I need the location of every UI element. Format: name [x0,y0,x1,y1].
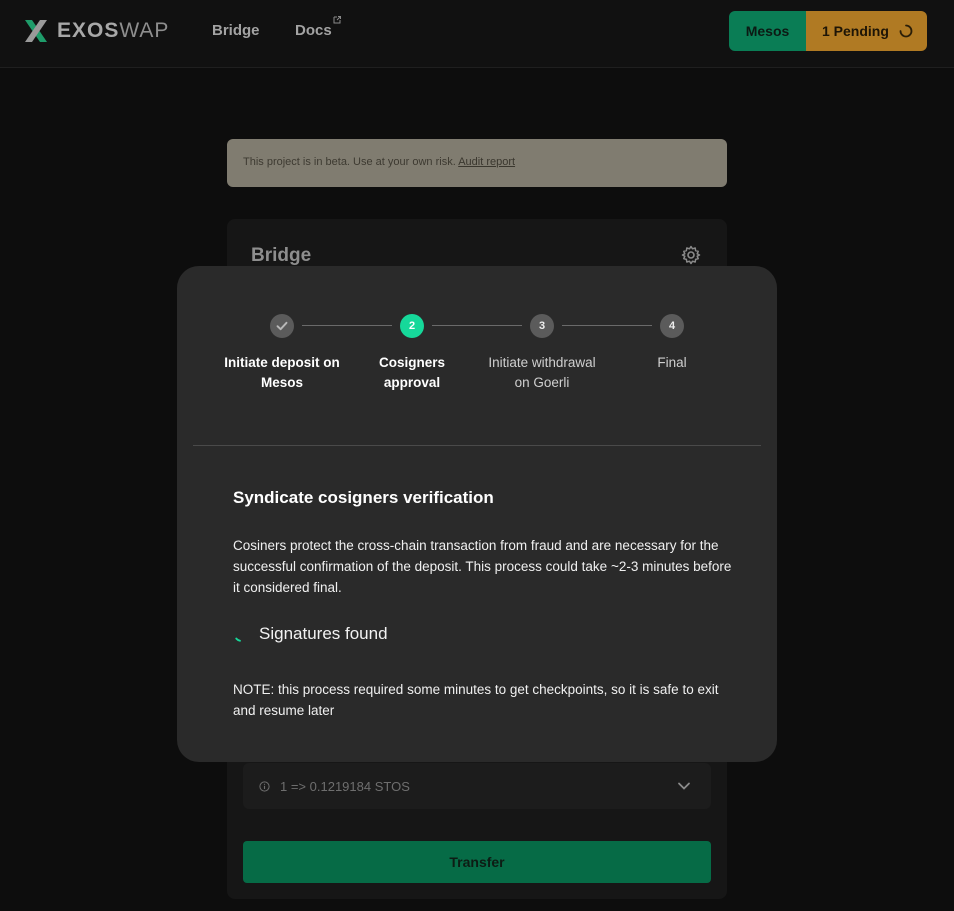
step-1-label: Initiate deposit on Mesos [224,355,340,390]
exchange-rate-row[interactable]: 1 => 0.1219184 STOS [243,763,711,809]
step-3-circle: 3 [530,314,554,338]
exoswap-logo[interactable]: EXOSWAP [24,19,169,43]
signatures-status: Signatures found [233,622,388,646]
nav-bridge-link[interactable]: Bridge [212,22,260,39]
pending-transactions-button[interactable]: 1 Pending [806,11,927,51]
exoswap-logo-icon [25,20,47,42]
step-3-label: Initiate withdrawal on Goerli [488,355,596,390]
exchange-rate-text: 1 => 0.1219184 STOS [280,778,410,794]
modal-description: Cosiners protect the cross-chain transac… [233,538,732,595]
bridge-progress-modal: 2 3 4 Initiate deposit on Mesos Cosigner… [177,266,777,762]
chevron-down-icon[interactable] [677,779,691,793]
beta-warning-banner: This project is in beta. Use at your own… [227,139,727,187]
step-2-circle: 2 [400,314,424,338]
logo-text: EXOSWAP [57,19,170,42]
step-connector [432,325,522,326]
transfer-button[interactable]: Transfer [243,841,711,883]
audit-report-link[interactable]: Audit report [458,156,515,168]
modal-note: NOTE: this process required some minutes… [233,682,719,718]
bridge-card-title: Bridge [251,245,312,266]
network-mesos-button[interactable]: Mesos [729,11,806,51]
step-connector [562,325,652,326]
top-navbar: EXOSWAP Bridge Docs Mesos 1 Pending [0,0,954,68]
gear-icon[interactable] [681,245,701,265]
checkmark-icon [276,321,288,331]
step-4-label: Final [657,355,687,370]
step-2-label: Cosigners approval [378,355,446,390]
beta-warning-text: This project is in beta. Use at your own… [243,156,456,168]
loading-spinner-icon [235,637,241,642]
step-1-circle [270,314,294,338]
external-link-icon [333,16,341,24]
modal-divider [193,445,761,446]
pending-label: 1 Pending [822,23,889,39]
step-4-circle: 4 [660,314,684,338]
step-connector [302,325,392,326]
signatures-found-text: Signatures found [259,624,388,643]
info-icon [259,780,270,792]
nav-docs-link[interactable]: Docs [295,22,332,39]
modal-title: Syndicate cosigners verification [233,488,494,507]
loading-spinner-icon [899,24,913,38]
